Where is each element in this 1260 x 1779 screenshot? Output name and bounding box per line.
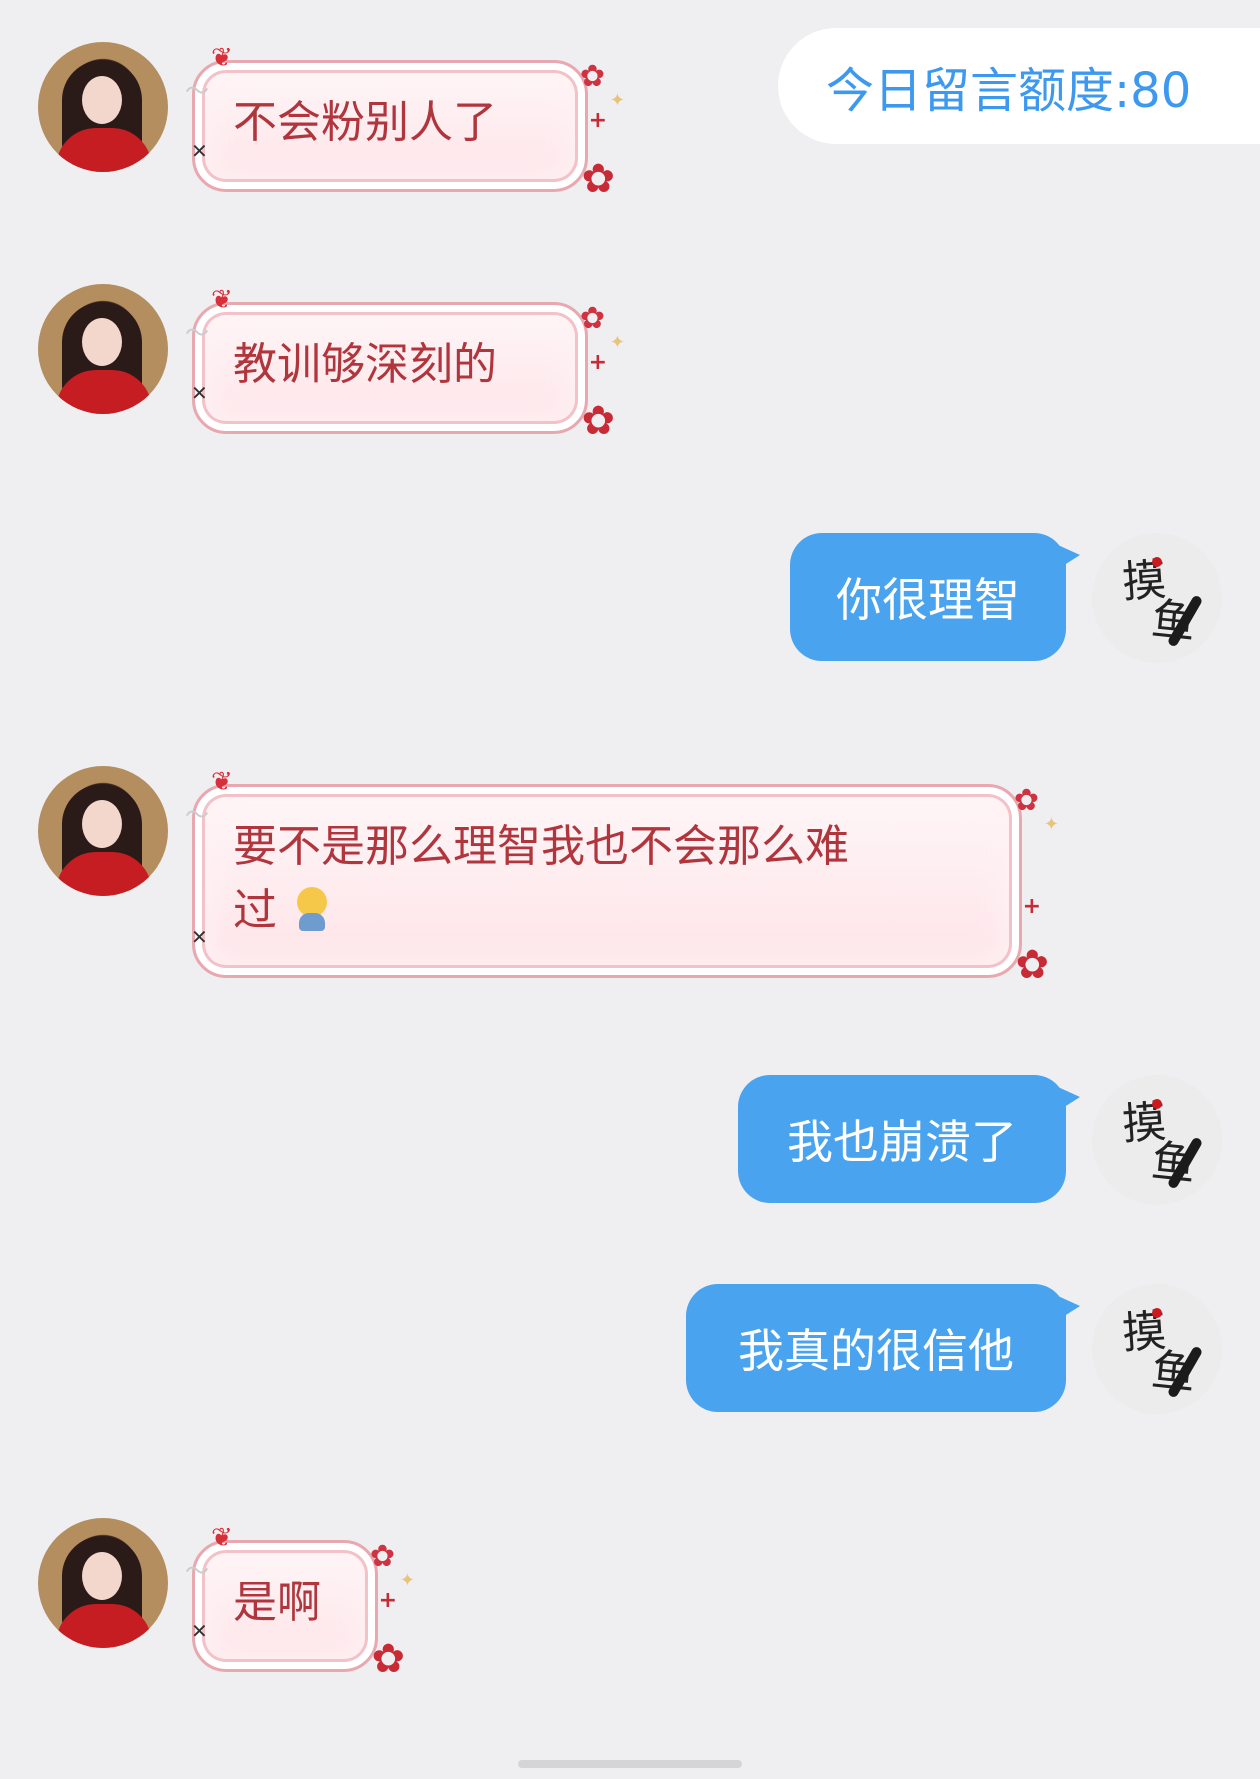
sent-message-bubble[interactable]: 我真的很信他 bbox=[686, 1284, 1080, 1412]
home-indicator bbox=[518, 1760, 742, 1768]
contact-avatar[interactable] bbox=[38, 284, 168, 414]
bow-icon: ❦ bbox=[211, 767, 233, 797]
bow-icon: ❦ bbox=[211, 1523, 233, 1553]
red-dot-icon bbox=[1152, 1099, 1162, 1109]
my-avatar[interactable]: 摸 鱼 bbox=[1092, 533, 1222, 663]
wing-icon: 〜 bbox=[185, 77, 209, 105]
message-text-line-1: 要不是那么理智我也不会那么难 bbox=[233, 821, 849, 872]
sparkle-icon: ✦ bbox=[1043, 814, 1059, 835]
bow-icon: ✿ bbox=[371, 1636, 405, 1682]
message-text-line-2: 过 bbox=[233, 879, 981, 943]
received-message-bubble[interactable]: 〜 ❦ ✿ ✦ + ✿ ✕ 是啊 bbox=[185, 1525, 415, 1682]
rose-icon: ✿ bbox=[1013, 783, 1039, 818]
message-text: 是啊 bbox=[233, 1577, 321, 1628]
quota-badge: 今日留言额度:80 bbox=[778, 28, 1260, 144]
red-dot-icon bbox=[1152, 557, 1162, 567]
plus-icon: + bbox=[588, 108, 607, 133]
message-text: 我也崩溃了 bbox=[787, 1115, 1017, 1169]
red-dot-icon bbox=[1152, 1308, 1162, 1318]
wing-icon: 〜 bbox=[185, 319, 209, 347]
close-icon: ✕ bbox=[191, 139, 208, 163]
smile-emoji-icon bbox=[291, 887, 331, 931]
bow-icon: ✿ bbox=[1015, 942, 1049, 988]
sparkle-icon: ✦ bbox=[399, 1570, 415, 1591]
sent-message-bubble[interactable]: 我也崩溃了 bbox=[738, 1075, 1080, 1203]
message-text: 教训够深刻的 bbox=[233, 339, 497, 390]
sparkle-icon: ✦ bbox=[609, 332, 625, 353]
message-text: 你很理智 bbox=[836, 573, 1020, 627]
my-avatar[interactable]: 摸 鱼 bbox=[1092, 1284, 1222, 1414]
plus-icon: + bbox=[588, 350, 607, 375]
contact-avatar[interactable] bbox=[38, 1518, 168, 1648]
bow-icon: ❦ bbox=[211, 285, 233, 315]
close-icon: ✕ bbox=[191, 1619, 208, 1643]
plus-icon: + bbox=[1022, 894, 1041, 919]
contact-avatar[interactable] bbox=[38, 42, 168, 172]
close-icon: ✕ bbox=[191, 925, 208, 949]
message-text: 不会粉别人了 bbox=[233, 97, 497, 148]
bow-icon: ❦ bbox=[211, 43, 233, 73]
contact-avatar[interactable] bbox=[38, 766, 168, 896]
received-message-bubble[interactable]: 〜 ❦ ✿ ✦ + ✿ ✕ 不会粉别人了 bbox=[185, 45, 625, 202]
wing-icon: 〜 bbox=[185, 801, 209, 829]
wing-icon: 〜 bbox=[185, 1557, 209, 1585]
sent-message-bubble[interactable]: 你很理智 bbox=[790, 533, 1080, 661]
received-message-bubble[interactable]: 〜 ❦ ✿ ✦ + ✿ ✕ 教训够深刻的 bbox=[185, 287, 625, 444]
message-text: 我真的很信他 bbox=[738, 1324, 1014, 1378]
my-avatar[interactable]: 摸 鱼 bbox=[1092, 1075, 1222, 1205]
plus-icon: + bbox=[378, 1588, 397, 1613]
quota-label: 今日留言额度:80 bbox=[826, 63, 1192, 119]
sparkle-icon: ✦ bbox=[609, 90, 625, 111]
bow-icon: ✿ bbox=[581, 156, 615, 202]
close-icon: ✕ bbox=[191, 381, 208, 405]
bow-icon: ✿ bbox=[581, 398, 615, 444]
received-message-bubble[interactable]: 〜 ❦ ✿ ✦ + ✿ ✕ 要不是那么理智我也不会那么难 过 bbox=[185, 769, 1059, 988]
